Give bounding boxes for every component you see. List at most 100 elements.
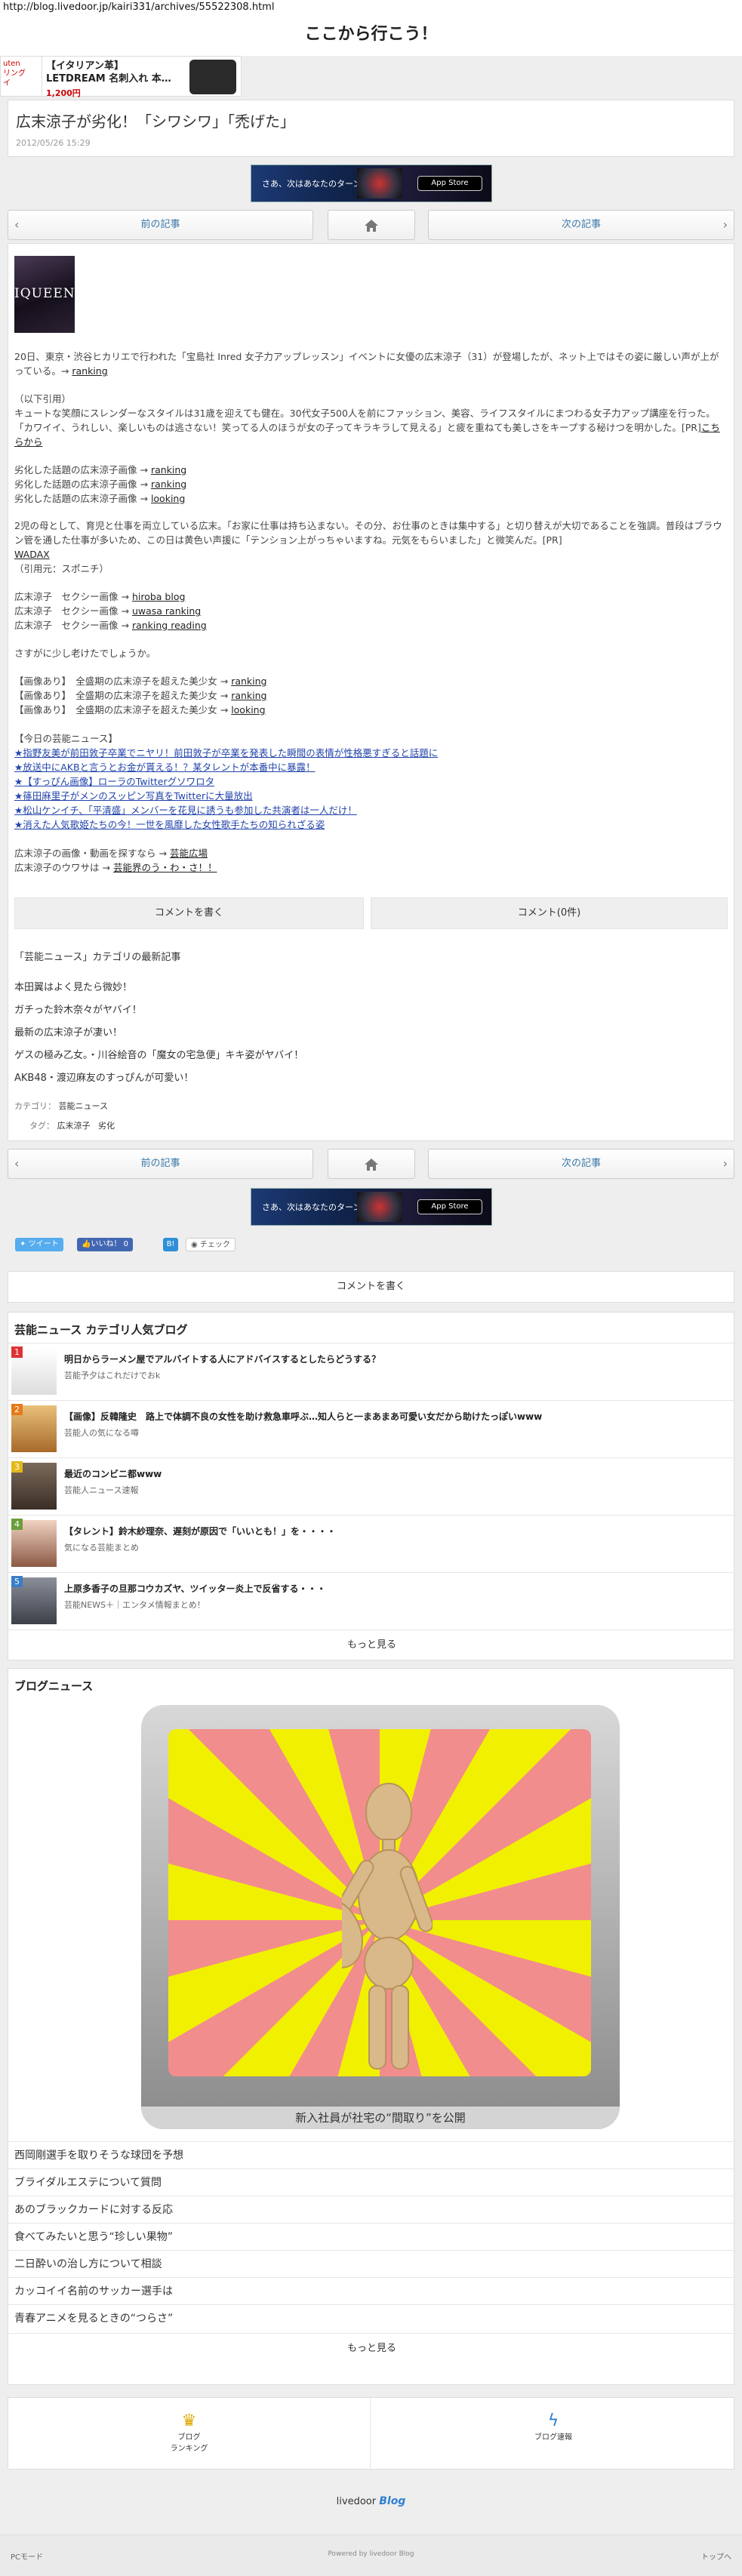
article-thumbnail[interactable]: IQUEEN: [14, 256, 75, 333]
uwasa-ranking-link[interactable]: uwasa ranking: [132, 605, 201, 617]
popular-item[interactable]: 4 【タレント】鈴木紗理奈、遅刻が原因で「いいとも！」を・・・・ 気になる芸能ま…: [8, 1515, 735, 1572]
powered-by: Powered by livedoor Blog: [328, 2550, 414, 2558]
hatena-icon[interactable]: B!: [163, 1238, 178, 1251]
related-link-looking[interactable]: looking: [151, 493, 185, 504]
blog-news-link[interactable]: ブライダルエステについて質問: [8, 2168, 735, 2196]
popular-heading: 芸能ニュース カテゴリ人気ブログ: [14, 1323, 188, 1337]
write-comment-button-2[interactable]: コメントを書く: [8, 1271, 734, 1303]
home-button-bottom[interactable]: [328, 1149, 415, 1179]
app-banner-ad[interactable]: さあ、次はあなたのターン App Store: [251, 165, 492, 202]
back-to-top-link[interactable]: トップへ: [701, 2550, 731, 2562]
sexy-line-1: 広末涼子 セクシー画像 → hiroba blog: [14, 591, 186, 602]
category-article-link[interactable]: AKB48・渡辺麻友のすっぴんが可愛い！: [8, 1067, 735, 1090]
blog-news-link[interactable]: 青春アニメを見るときの“つらさ”: [8, 2304, 735, 2331]
more-line-2: 広末涼子のウワサは → 芸能界のう・わ・さ！！: [14, 862, 217, 873]
blog-speed-link[interactable]: ϟ ブログ速報: [372, 2398, 734, 2470]
livedoor-blog-logo[interactable]: livedoor Blog: [0, 2477, 742, 2527]
top-ad-banner[interactable]: uten リングイ 【イタリアン革】 LETDREAM 名刺入れ 本… 1,200円: [0, 56, 242, 98]
wooden-mannequin-image: [342, 1783, 433, 2070]
next-article-button-bottom[interactable]: 次の記事 ›: [428, 1149, 734, 1179]
news-link[interactable]: ★【すっぴん画像】ローラのTwitterグソワロタ: [14, 774, 728, 789]
popular-title: 上原多香子の旦那コウカズヤ、ツイッター炎上で反省する・・・: [64, 1583, 326, 1594]
popular-item[interactable]: 2 【画像】反韓隆史 路上で体調不良の女性を助け救急車呼ぶ…知人らと一まあまあ可…: [8, 1400, 735, 1457]
tag-meta: タグ： 広末涼子 劣化: [29, 1121, 115, 1131]
image-ranking-link-2[interactable]: ranking: [231, 690, 266, 701]
post-title[interactable]: 広末涼子が劣化！「シワシワ」「禿げた」: [16, 109, 295, 131]
image-looking-link[interactable]: looking: [231, 704, 265, 716]
footer-links: ♛ ブログ ランキング ϟ ブログ速報: [8, 2397, 734, 2470]
quote-heading: （以下引用）: [14, 393, 72, 405]
next-article-button[interactable]: 次の記事 ›: [428, 210, 734, 240]
ranking-label-2: ランキング: [170, 2445, 208, 2453]
related-link-ranking-1[interactable]: ranking: [151, 464, 186, 475]
prev-article-label: 前の記事: [140, 219, 180, 230]
news-link[interactable]: ★篠田麻里子がメンのスッピン写真をTwitterに大量放出: [14, 789, 728, 803]
category-latest: 「芸能ニュース」カテゴリの最新記事 本田翼はよく見たら微妙！ ガチった鈴木奈々が…: [8, 943, 735, 1090]
tweet-button[interactable]: ✦ ツイート: [15, 1238, 63, 1251]
ad-headline: 【イタリアン革】 LETDREAM 名刺入れ 本…: [46, 60, 171, 85]
blog-ranking-link[interactable]: ♛ ブログ ランキング: [8, 2398, 371, 2470]
popular-item[interactable]: 1 明日からラーメン屋でアルバイトする人にアドバイスするとしたらどうする？ 芸能…: [8, 1343, 735, 1400]
popular-blog-name: 気になる芸能まとめ: [64, 1543, 139, 1553]
app-store-badge: App Store: [417, 176, 482, 191]
check-button[interactable]: ◉ チェック: [186, 1238, 236, 1251]
blog-news-link[interactable]: 食べてみたいと思う“珍しい果物”: [8, 2223, 735, 2250]
blog-news-link[interactable]: 西岡剛選手を取りそうな球団を予想: [8, 2141, 735, 2168]
blog-news-link[interactable]: あのブラックカードに対する反応: [8, 2196, 735, 2223]
category-article-link[interactable]: ゲスの極み乙女。・川谷絵音の「魔女の宅急便」キキ姿がヤバイ！: [8, 1045, 735, 1067]
blog-news-heading: ブログニュース: [14, 1679, 94, 1693]
write-comment-button[interactable]: コメントを書く: [14, 897, 364, 929]
sexy-line-3: 広末涼子 セクシー画像 → ranking reading: [14, 620, 207, 631]
image-ranking-link-1[interactable]: ranking: [231, 676, 266, 687]
prev-article-label: 前の記事: [140, 1158, 180, 1169]
site-title[interactable]: ここから行こう！: [0, 17, 742, 56]
related-line-3: 劣化した話題の広末涼子画像 → looking: [14, 493, 186, 504]
app-banner-ad-bottom[interactable]: さあ、次はあなたのターン App Store: [251, 1188, 492, 1226]
wadax-link[interactable]: WADAX: [14, 549, 50, 560]
address-bar[interactable]: http://blog.livedoor.jp/kairi331/archive…: [0, 0, 742, 17]
geinou-hiroba-link[interactable]: 芸能広場: [170, 848, 208, 859]
related-line-2: 劣化した話題の広末涼子画像 → ranking: [14, 479, 187, 490]
blog-news-more-button[interactable]: もっと見る: [8, 2333, 735, 2363]
prev-article-button-bottom[interactable]: ‹ 前の記事: [8, 1149, 313, 1179]
category-article-link[interactable]: 本田翼はよく見たら微妙！: [8, 977, 735, 999]
news-link[interactable]: ★指野友美が前田敦子卒業でニヤリ！前田敦子が卒業を発表した瞬間の表情が性格悪すぎ…: [14, 746, 728, 760]
news-link[interactable]: ★松山ケンイチ、「平清盛」メンバーを花見に誘うも参加した共演者は一人だけ！: [14, 803, 728, 817]
news-link[interactable]: ★消えた人気歌姫たちの今！一世を風靡した女性歌手たちの知られざる姿: [14, 817, 728, 832]
category-link[interactable]: 芸能ニュース: [59, 1101, 108, 1111]
like-button[interactable]: 👍いいね！ 0: [77, 1238, 134, 1251]
popular-item[interactable]: 5 上原多香子の旦那コウカズヤ、ツイッター炎上で反省する・・・ 芸能NEWS＋｜…: [8, 1572, 735, 1630]
geinoukai-uwasa-link[interactable]: 芸能界のう・わ・さ！！: [113, 862, 217, 873]
category-latest-heading: 「芸能ニュース」カテゴリの最新記事: [14, 952, 181, 963]
related-link-ranking-2[interactable]: ranking: [151, 479, 186, 490]
category-meta: カテゴリ： 芸能ニュース: [14, 1101, 108, 1111]
ranking-link[interactable]: ranking: [72, 365, 107, 377]
blog-news-link[interactable]: カッコイイ名前のサッカー選手は: [8, 2277, 735, 2304]
article-paragraph-1: 20日、東京・渋谷ヒカリエで行われた「宝島社 Inred 女子力アップレッスン」…: [14, 351, 719, 377]
hiroba-blog-link[interactable]: hiroba blog: [132, 591, 185, 602]
comment-count-button[interactable]: コメント(0件): [371, 897, 728, 929]
image-line-2: 【画像あり】 全盛期の広末涼子を超えた美少女 → ranking: [14, 690, 267, 701]
tag-link[interactable]: 広末涼子: [57, 1121, 91, 1131]
tag-link[interactable]: 劣化: [98, 1121, 115, 1131]
ranking-reading-link[interactable]: ranking reading: [132, 620, 207, 631]
news-link[interactable]: ★放送中にAKBと言うとお金が貰える！？某タレントが本番中に暴露！: [14, 760, 728, 774]
social-buttons: ✦ ツイート 👍いいね！ 0 B! ◉ チェック: [15, 1238, 317, 1253]
banner-robot-image: [357, 1192, 402, 1222]
blog-news-link[interactable]: 二日酔いの治し方について相談: [8, 2250, 735, 2277]
next-article-label: 次の記事: [561, 219, 601, 230]
feature-image[interactable]: 新入社員が社宅の“間取り”を公開: [141, 1705, 620, 2129]
popular-blogs: 芸能ニュース カテゴリ人気ブログ 1 明日からラーメン屋でアルバイトする人にアド…: [8, 1312, 735, 1660]
next-article-label: 次の記事: [561, 1158, 601, 1169]
category-article-link[interactable]: 最新の広末涼子が凄い！: [8, 1022, 735, 1045]
popular-more-button[interactable]: もっと見る: [8, 1630, 735, 1660]
post-date: 2012/05/26 15:29: [16, 138, 91, 148]
prev-article-button[interactable]: ‹ 前の記事: [8, 210, 313, 240]
bottom-bar: PCモード Powered by livedoor Blog トップへ: [0, 2534, 742, 2576]
home-icon: [365, 1159, 378, 1171]
post-header: 広末涼子が劣化！「シワシワ」「禿げた」 2012/05/26 15:29: [8, 100, 734, 157]
popular-item[interactable]: 3 最近のコンビニ都www 芸能人ニュース速報: [8, 1457, 735, 1515]
home-button[interactable]: [328, 210, 415, 240]
app-store-badge: App Store: [417, 1199, 482, 1214]
category-article-link[interactable]: ガチった鈴木奈々がヤバイ！: [8, 999, 735, 1022]
